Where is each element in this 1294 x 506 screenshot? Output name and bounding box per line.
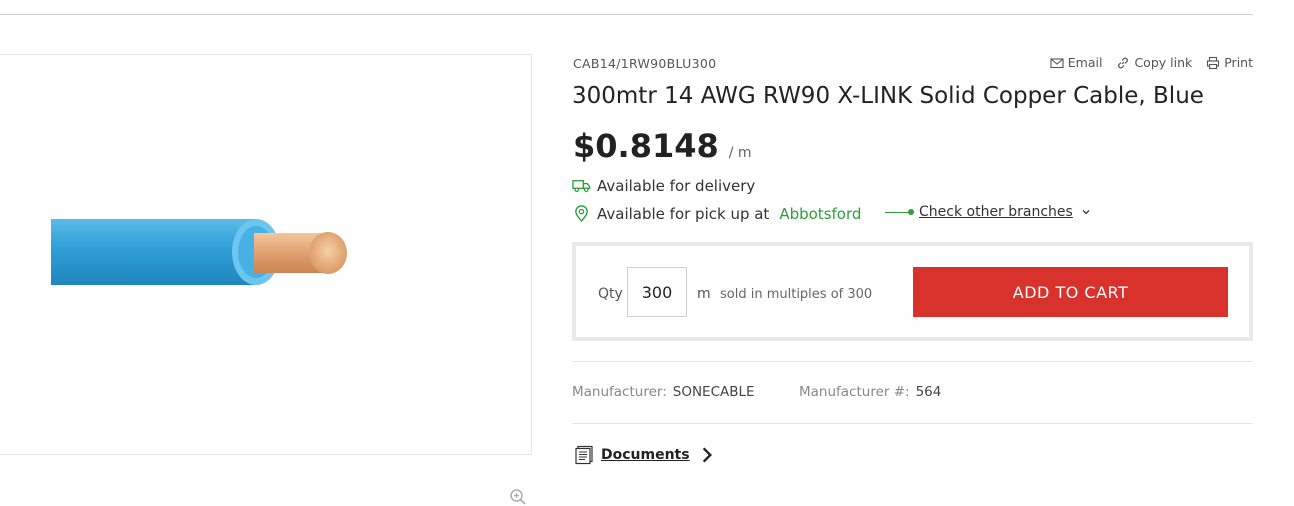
sold-in-multiples-note: sold in multiples of 300 bbox=[720, 287, 873, 302]
manufacturer-number-info: Manufacturer #: 564 bbox=[799, 384, 941, 400]
documents-label: Documents bbox=[601, 447, 690, 463]
print-button[interactable]: Print bbox=[1206, 55, 1253, 70]
top-divider bbox=[0, 14, 1253, 15]
product-image-panel[interactable] bbox=[0, 54, 532, 505]
qty-label: Qty bbox=[598, 286, 623, 302]
truck-icon bbox=[572, 180, 591, 193]
manufacturer-info: Manufacturer: SONECABLE bbox=[572, 384, 755, 400]
divider bbox=[572, 361, 1253, 362]
price-row: $0.8148 / m bbox=[573, 127, 752, 165]
documents-icon bbox=[575, 445, 593, 465]
add-to-cart-panel: Qty m sold in multiples of 300 ADD TO CA… bbox=[572, 242, 1253, 341]
chevron-right-icon bbox=[702, 447, 712, 463]
qty-unit: m bbox=[697, 286, 711, 302]
manufacturer-value: SONECABLE bbox=[672, 384, 755, 400]
manufacturer-label: Manufacturer: bbox=[572, 384, 667, 400]
product-image bbox=[51, 219, 347, 285]
delivery-text: Available for delivery bbox=[597, 176, 756, 195]
product-price: $0.8148 bbox=[573, 127, 719, 165]
branch-connector-line bbox=[885, 208, 914, 215]
zoom-icon[interactable] bbox=[509, 488, 527, 506]
check-other-branches-link[interactable]: Check other branches bbox=[885, 204, 1091, 220]
printer-icon bbox=[1207, 56, 1220, 69]
product-title: 300mtr 14 AWG RW90 X-LINK Solid Copper C… bbox=[572, 83, 1204, 109]
share-bar: Email Copy link Print bbox=[1050, 55, 1253, 70]
manufacturer-number-value: 564 bbox=[915, 384, 942, 400]
pickup-branch[interactable]: Abbotsford bbox=[779, 205, 861, 223]
quantity-input[interactable] bbox=[627, 267, 687, 317]
copy-link-button[interactable]: Copy link bbox=[1116, 55, 1192, 70]
email-label: Email bbox=[1067, 55, 1103, 70]
product-sku: CAB14/1RW90BLU300 bbox=[573, 56, 717, 71]
check-branches-label: Check other branches bbox=[919, 204, 1073, 220]
pickup-text: Available for pick up at bbox=[597, 204, 770, 223]
divider bbox=[572, 423, 1253, 424]
location-pin-icon bbox=[575, 205, 588, 223]
email-link[interactable]: Email bbox=[1050, 55, 1103, 70]
copy-link-label: Copy link bbox=[1134, 55, 1193, 70]
print-label: Print bbox=[1224, 55, 1253, 70]
link-icon bbox=[1118, 57, 1129, 68]
add-to-cart-button[interactable]: ADD TO CART bbox=[913, 267, 1228, 317]
mail-icon bbox=[1050, 57, 1064, 68]
chevron-down-icon bbox=[1082, 210, 1090, 215]
pickup-availability: Available for pick up at Abbotsford bbox=[572, 204, 861, 223]
documents-link[interactable]: Documents bbox=[573, 445, 718, 465]
price-unit: / m bbox=[728, 145, 752, 161]
manufacturer-number-label: Manufacturer #: bbox=[799, 384, 910, 400]
delivery-availability: Available for delivery bbox=[572, 176, 755, 195]
